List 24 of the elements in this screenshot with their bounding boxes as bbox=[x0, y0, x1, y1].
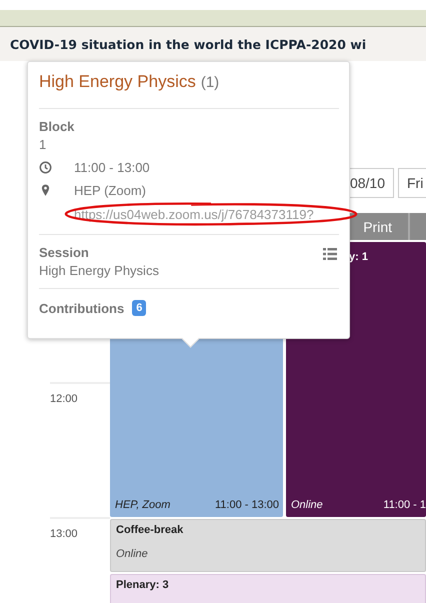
calendar-entry[interactable]: Plenary: 3 bbox=[110, 574, 426, 603]
session-time: 11:00 - 13:00 bbox=[214, 499, 279, 511]
announcement-text: COVID-19 situation in the world the ICPPA-2020 wi bbox=[10, 36, 366, 52]
popup-count: (1) bbox=[200, 74, 220, 91]
session-location: HEP, Zoom bbox=[115, 499, 170, 511]
entry-location: Online bbox=[116, 548, 149, 560]
location-pin-icon bbox=[41, 184, 50, 197]
block-value: 1 bbox=[39, 137, 48, 152]
entry-title: Coffee-break bbox=[116, 524, 184, 536]
session-label: Session bbox=[39, 245, 90, 260]
clock-icon bbox=[39, 161, 52, 174]
location-text: HEP (Zoom) bbox=[74, 183, 146, 198]
date-button[interactable]: Fri bbox=[398, 168, 426, 198]
list-icon[interactable] bbox=[323, 247, 337, 261]
time-label: 12:00 bbox=[50, 393, 78, 405]
calendar-entry[interactable]: Coffee-break Online bbox=[110, 519, 426, 572]
session-location: Online bbox=[291, 499, 323, 511]
entry-title: Plenary: 3 bbox=[116, 579, 170, 591]
popup-title: High Energy Physics bbox=[39, 72, 196, 91]
session-time: 11:00 - 1 bbox=[383, 499, 426, 511]
time-range: 11:00 - 13:00 bbox=[74, 160, 150, 175]
block-label: Block bbox=[39, 119, 76, 134]
time-label: 13:00 bbox=[50, 528, 78, 540]
contributions-count: 6 bbox=[132, 300, 146, 316]
